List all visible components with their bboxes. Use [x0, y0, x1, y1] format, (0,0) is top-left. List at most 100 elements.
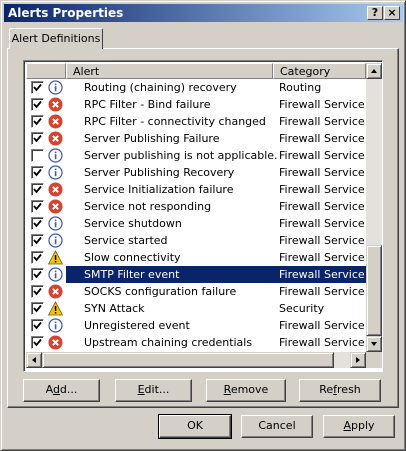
tab-alert-definitions[interactable]: Alert Definitions: [9, 28, 103, 49]
cancel-label: Cancel: [258, 419, 296, 432]
row-checkbox[interactable]: [31, 251, 44, 264]
row-category: Routing: [279, 81, 322, 94]
checkmark-icon: [33, 168, 42, 177]
cancel-button[interactable]: Cancel: [241, 415, 313, 438]
error-icon: [48, 97, 63, 112]
table-row[interactable]: Server publishing is not applicable. Fire…: [26, 147, 366, 164]
checkmark-icon: [33, 202, 42, 211]
table-row[interactable]: RPC Filter - Bind failure Firewall Servic…: [26, 96, 366, 113]
error-icon: [48, 114, 63, 129]
row-checkbox[interactable]: [31, 132, 44, 145]
row-alert-name: Service Initialization failure: [84, 183, 234, 196]
row-checkbox[interactable]: [31, 217, 44, 230]
refresh-label-a: Re: [319, 383, 334, 396]
error-icon: [48, 131, 63, 146]
remove-button[interactable]: Remove: [206, 379, 286, 402]
error-icon: [48, 199, 63, 214]
add-label-b: d...: [59, 383, 78, 396]
info-icon: [48, 165, 63, 180]
help-button[interactable]: ?: [367, 6, 383, 20]
warning-icon: [48, 301, 63, 316]
column-header-check[interactable]: [26, 63, 66, 79]
scroll-down-button[interactable]: [366, 336, 382, 352]
table-row[interactable]: Service not responding Firewall Service: [26, 198, 366, 215]
table-row[interactable]: SMTP Filter event Firewall Service: [26, 266, 366, 283]
row-alert-name: Service shutdown: [84, 217, 182, 230]
row-category: Firewall Service: [279, 149, 365, 162]
row-alert-name: RPC Filter - Bind failure: [84, 98, 211, 111]
title-bar[interactable]: Alerts Properties ? ×: [4, 4, 403, 22]
table-row[interactable]: Server Publishing Failure Firewall Servic…: [26, 130, 366, 147]
horizontal-scroll-thumb[interactable]: [42, 352, 334, 368]
row-category: Firewall Service: [279, 336, 365, 349]
row-checkbox[interactable]: [31, 200, 44, 213]
row-checkbox[interactable]: [31, 302, 44, 315]
column-header-alert[interactable]: Alert: [66, 63, 273, 79]
edit-label-u: E: [137, 383, 145, 396]
table-row[interactable]: Service started Firewall Service: [26, 232, 366, 249]
checkmark-icon: [33, 304, 42, 313]
error-icon: [48, 182, 63, 197]
row-alert-name: RPC Filter - connectivity changed: [84, 115, 266, 128]
row-checkbox[interactable]: [31, 115, 44, 128]
checkmark-icon: [33, 236, 42, 245]
alerts-properties-window: Alerts Properties ? × Alert Definitions …: [0, 0, 406, 451]
checkmark-icon: [33, 117, 42, 126]
row-checkbox[interactable]: [31, 183, 44, 196]
row-checkbox[interactable]: [31, 166, 44, 179]
table-row[interactable]: Slow connectivity Firewall Service: [26, 249, 366, 266]
list-rows: Routing (chaining) recovery Routing RPC Fi…: [26, 79, 366, 352]
column-header-category[interactable]: Category: [273, 63, 366, 79]
list-header: Alert Category: [26, 63, 366, 79]
table-row[interactable]: SYN Attack Security: [26, 300, 366, 317]
alerts-list[interactable]: Alert Category Routing (chaining) recove…: [23, 60, 383, 372]
ok-button[interactable]: OK: [158, 414, 232, 439]
horizontal-scrollbar[interactable]: [26, 352, 366, 368]
row-category: Firewall Service: [279, 285, 365, 298]
apply-button[interactable]: Apply: [323, 415, 395, 438]
vertical-scrollbar[interactable]: [366, 63, 382, 352]
row-category: Firewall Service: [279, 115, 365, 128]
refresh-button[interactable]: Refresh: [299, 379, 381, 402]
remove-label-u: R: [223, 383, 231, 396]
row-checkbox[interactable]: [31, 319, 44, 332]
remove-label-b: emove: [230, 383, 269, 396]
row-alert-name: Unregistered event: [84, 319, 190, 332]
row-alert-name: Server Publishing Failure: [84, 132, 220, 145]
table-row[interactable]: Upstream chaining credentials Firewall Se…: [26, 334, 366, 351]
row-alert-name: SMTP Filter event: [66, 266, 273, 283]
row-category: Firewall Service: [279, 132, 365, 145]
checkmark-icon: [33, 134, 42, 143]
scroll-left-button[interactable]: [26, 352, 42, 368]
table-row[interactable]: Routing (chaining) recovery Routing: [26, 79, 366, 96]
error-icon: [48, 284, 63, 299]
vertical-scroll-thumb[interactable]: [366, 245, 382, 336]
row-checkbox[interactable]: [31, 336, 44, 349]
row-category: Firewall Service: [273, 266, 366, 283]
table-row[interactable]: SOCKS configuration failure Firewall Serv…: [26, 283, 366, 300]
row-checkbox[interactable]: [31, 285, 44, 298]
checkmark-icon: [33, 83, 42, 92]
add-button[interactable]: Add...: [23, 379, 100, 402]
scroll-right-button[interactable]: [350, 352, 366, 368]
table-row[interactable]: Unregistered event Firewall Service: [26, 317, 366, 334]
row-checkbox[interactable]: [31, 98, 44, 111]
scroll-up-button[interactable]: [366, 63, 382, 79]
table-row[interactable]: RPC Filter - connectivity changed Firewal…: [26, 113, 366, 130]
table-row[interactable]: Service Initialization failure Firewall S…: [26, 181, 366, 198]
table-row[interactable]: Service shutdown Firewall Service: [26, 215, 366, 232]
row-checkbox[interactable]: [31, 81, 44, 94]
row-alert-name: Upstream chaining credentials: [84, 336, 253, 349]
edit-button[interactable]: Edit...: [115, 379, 192, 402]
row-alert-name: SOCKS configuration failure: [84, 285, 237, 298]
table-row[interactable]: Server Publishing Recovery Firewall Servi…: [26, 164, 366, 181]
row-checkbox[interactable]: [31, 268, 44, 281]
row-alert-name: Routing (chaining) recovery: [84, 81, 237, 94]
row-checkbox[interactable]: [31, 234, 44, 247]
row-category: Firewall Service: [279, 251, 365, 264]
row-checkbox[interactable]: [31, 149, 44, 162]
add-label-u: d: [52, 383, 60, 396]
checkmark-icon: [33, 253, 42, 262]
row-alert-name: Server publishing is not applicable.: [84, 149, 278, 162]
close-button[interactable]: ×: [384, 6, 400, 20]
